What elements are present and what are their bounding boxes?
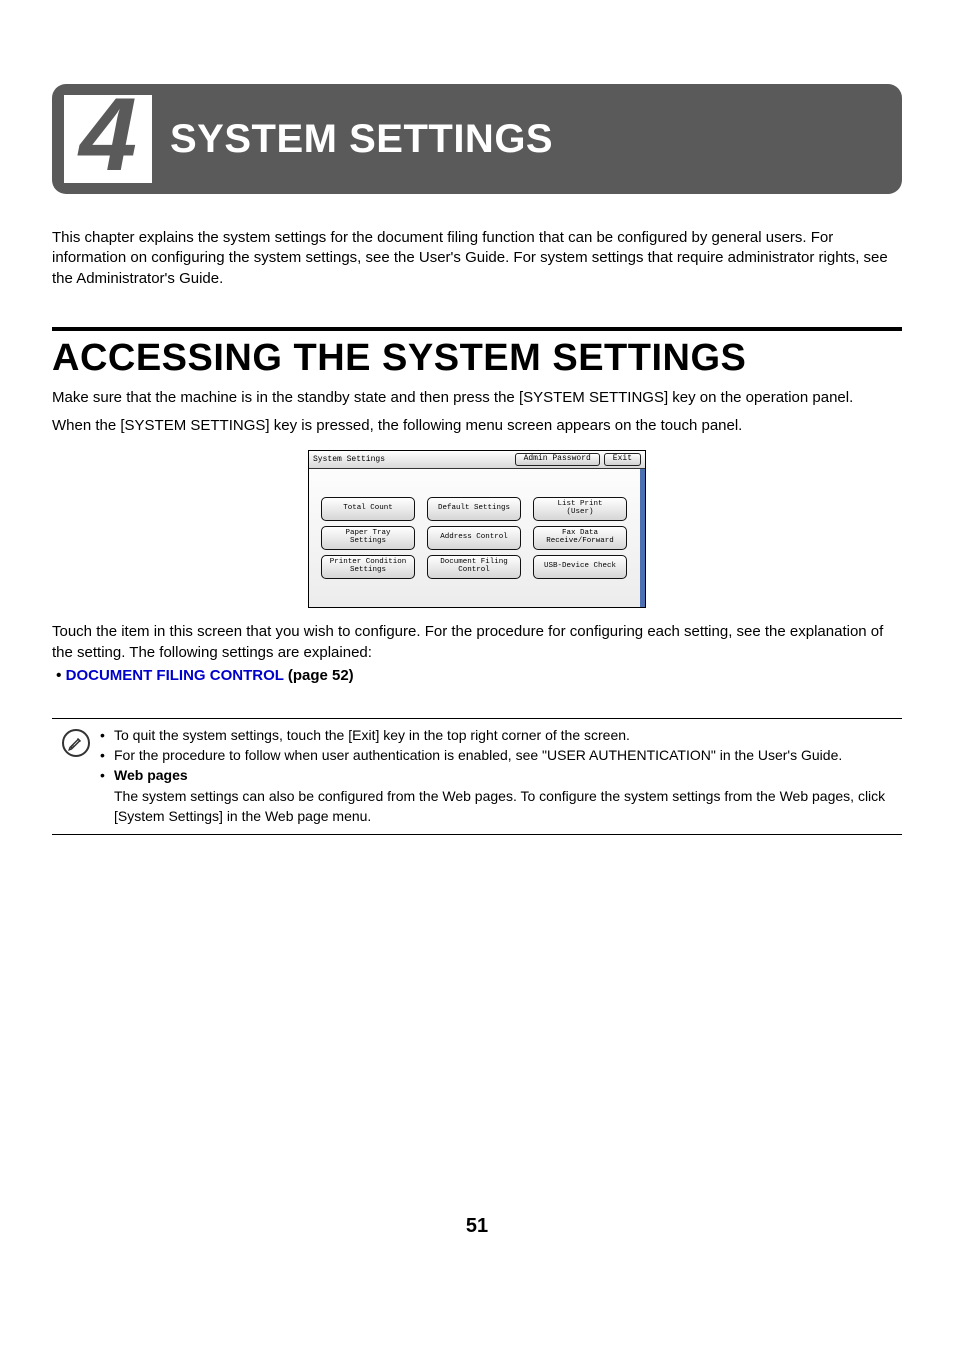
- section-rule: [52, 327, 902, 331]
- panel-side-stripe: [640, 469, 645, 607]
- note-item-1: To quit the system settings, touch the […: [114, 725, 630, 745]
- panel-header-title: System Settings: [313, 455, 385, 464]
- panel-btn-default-settings[interactable]: Default Settings: [427, 497, 521, 521]
- panel-btn-document-filing[interactable]: Document Filing Control: [427, 555, 521, 579]
- panel-header: System Settings Admin Password Exit: [309, 451, 645, 469]
- panel-button-grid: Total Count Default Settings List Print …: [309, 469, 645, 579]
- panel-btn-printer-condition[interactable]: Printer Condition Settings: [321, 555, 415, 579]
- section-title: ACCESSING THE SYSTEM SETTINGS: [52, 337, 902, 380]
- note-web-text: The system settings can also be configur…: [100, 786, 896, 827]
- paragraph-3: Touch the item in this screen that you w…: [52, 622, 902, 663]
- page-number: 51: [52, 1215, 902, 1238]
- panel-btn-paper-tray[interactable]: Paper Tray Settings: [321, 526, 415, 550]
- pencil-icon: [62, 729, 90, 757]
- exit-button[interactable]: Exit: [604, 453, 641, 466]
- intro-paragraph: This chapter explains the system setting…: [52, 228, 902, 289]
- admin-password-button[interactable]: Admin Password: [515, 453, 600, 466]
- note-web-label: Web pages: [114, 765, 188, 785]
- note-item-2: For the procedure to follow when user au…: [114, 745, 842, 765]
- panel-btn-usb-device[interactable]: USB-Device Check: [533, 555, 627, 579]
- panel-btn-total-count[interactable]: Total Count: [321, 497, 415, 521]
- chapter-number-box: 4: [64, 95, 152, 183]
- panel-btn-list-print[interactable]: List Print (User): [533, 497, 627, 521]
- document-filing-control-link[interactable]: DOCUMENT FILING CONTROL: [66, 667, 284, 684]
- note-bottom-rule: [52, 834, 902, 835]
- paragraph-1: Make sure that the machine is in the sta…: [52, 388, 902, 408]
- chapter-header: 4 SYSTEM SETTINGS: [52, 84, 902, 194]
- panel-btn-fax-data[interactable]: Fax Data Receive/Forward: [533, 526, 627, 550]
- touch-panel-illustration: System Settings Admin Password Exit Tota…: [308, 450, 646, 608]
- chapter-number: 4: [79, 83, 137, 187]
- note-box: •To quit the system settings, touch the …: [52, 718, 902, 835]
- paragraph-2: When the [SYSTEM SETTINGS] key is presse…: [52, 416, 902, 436]
- chapter-title: SYSTEM SETTINGS: [170, 117, 553, 162]
- link-suffix: (page 52): [284, 667, 354, 684]
- panel-btn-address-control[interactable]: Address Control: [427, 526, 521, 550]
- link-line: • DOCUMENT FILING CONTROL (page 52): [52, 665, 902, 686]
- bullet: •: [56, 667, 61, 684]
